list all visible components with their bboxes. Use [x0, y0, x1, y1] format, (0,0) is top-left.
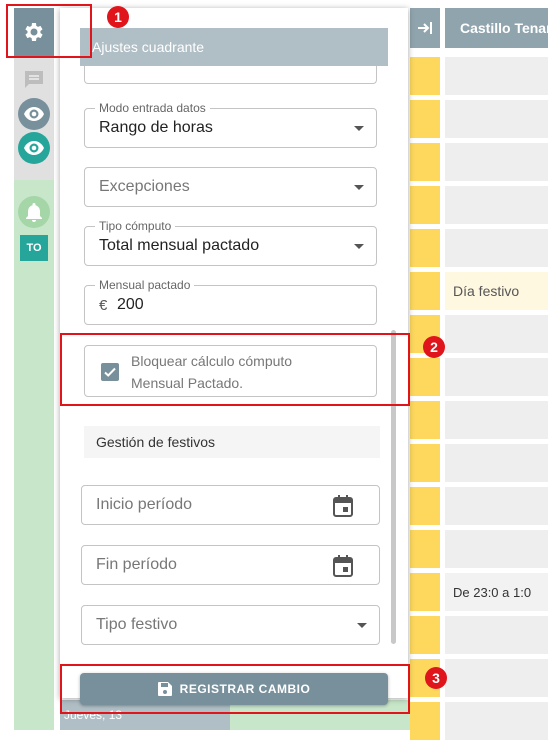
calendar-cell[interactable]	[445, 186, 548, 224]
excepciones-select[interactable]: Excepciones	[84, 167, 377, 207]
tipo-computo-select[interactable]: Tipo cómputo Total mensual pactado	[84, 218, 377, 266]
bell-icon	[26, 203, 42, 222]
fin-periodo-input[interactable]: Fin período	[81, 545, 380, 585]
festivos-heading: Gestión de festivos	[84, 426, 380, 458]
euro-prefix: €	[99, 297, 108, 314]
tipo-festivo-select[interactable]: Tipo festivo	[81, 605, 380, 645]
clipped-field-bottom	[84, 66, 377, 84]
annotation-box-2	[60, 333, 410, 406]
calendar-cell[interactable]	[445, 530, 548, 568]
calendar-day-strip[interactable]	[410, 358, 440, 396]
calendar-day-strip[interactable]	[410, 229, 440, 267]
eye-icon	[24, 107, 44, 121]
calendar-cell[interactable]	[445, 57, 548, 95]
calendar-cell[interactable]	[445, 229, 548, 267]
mensual-pactado-label: Mensual pactado	[95, 277, 195, 293]
view-active-button[interactable]	[18, 132, 50, 164]
calendar-cell[interactable]	[445, 401, 548, 439]
tipo-festivo-placeholder: Tipo festivo	[96, 616, 178, 633]
view-toggle-button[interactable]	[18, 98, 50, 130]
notifications-button[interactable]	[18, 196, 50, 228]
calendar-cell[interactable]	[445, 315, 548, 353]
annotation-box-1	[6, 4, 92, 58]
collapse-arrow-icon	[418, 22, 432, 34]
dropdown-arrow-icon	[354, 185, 364, 190]
modo-entrada-label: Modo entrada datos	[95, 100, 210, 116]
calendar-day-strip[interactable]	[410, 702, 440, 740]
calendar-cell[interactable]	[445, 702, 548, 740]
calendar-day-strip[interactable]	[410, 616, 440, 654]
comment-icon	[25, 71, 43, 88]
calendar-icon[interactable]	[333, 495, 353, 522]
column-header: Castillo Tenar	[445, 8, 548, 48]
calendar-cell[interactable]	[445, 487, 548, 525]
annotation-box-3	[60, 664, 410, 714]
annotation-badge-2: 2	[423, 336, 445, 358]
modo-entrada-select[interactable]: Modo entrada datos Rango de horas	[84, 100, 377, 148]
calendar-day-strip[interactable]	[410, 573, 440, 611]
inicio-periodo-placeholder: Inicio período	[96, 496, 193, 513]
calendar-day-strip[interactable]	[410, 530, 440, 568]
dropdown-arrow-icon	[354, 244, 364, 249]
excepciones-placeholder: Excepciones	[99, 178, 190, 195]
mensual-pactado-input[interactable]: Mensual pactado € 200	[84, 277, 377, 325]
calendar-day-strip[interactable]	[410, 444, 440, 482]
collapse-header[interactable]	[410, 8, 440, 48]
calendar-cell[interactable]	[445, 143, 548, 181]
calendar-day-strip[interactable]	[410, 143, 440, 181]
calendar-icon[interactable]	[333, 555, 353, 582]
calendar-day-strip[interactable]	[410, 100, 440, 138]
calendar-cell[interactable]	[445, 444, 548, 482]
fin-periodo-placeholder: Fin período	[96, 556, 177, 573]
tipo-computo-label: Tipo cómputo	[95, 218, 176, 234]
calendar-day-strip[interactable]	[410, 401, 440, 439]
calendar-cell[interactable]: Día festivo	[445, 272, 548, 310]
calendar-cell[interactable]	[445, 358, 548, 396]
mensual-pactado-value: 200	[117, 296, 144, 313]
user-initials-badge[interactable]: TO	[20, 235, 48, 261]
calendar-day-strip[interactable]	[410, 186, 440, 224]
inicio-periodo-input[interactable]: Inicio período	[81, 485, 380, 525]
calendar-day-strip[interactable]	[410, 487, 440, 525]
dropdown-arrow-icon	[357, 623, 367, 628]
calendar-cell[interactable]: De 23:0 a 1:0	[445, 573, 548, 611]
tipo-computo-value: Total mensual pactado	[99, 237, 260, 254]
annotation-badge-1: 1	[107, 6, 129, 28]
calendar-day-strip[interactable]	[410, 272, 440, 310]
annotation-badge-3: 3	[425, 667, 447, 689]
eye-icon	[24, 141, 44, 155]
calendar-cell[interactable]	[445, 616, 548, 654]
dropdown-arrow-icon	[354, 126, 364, 131]
calendar-cell[interactable]	[445, 659, 548, 697]
comment-button[interactable]	[18, 64, 50, 96]
modo-entrada-value: Rango de horas	[99, 119, 213, 136]
calendar-day-strip[interactable]	[410, 57, 440, 95]
calendar-cell[interactable]	[445, 100, 548, 138]
panel-title: Ajustes cuadrante	[80, 28, 388, 66]
